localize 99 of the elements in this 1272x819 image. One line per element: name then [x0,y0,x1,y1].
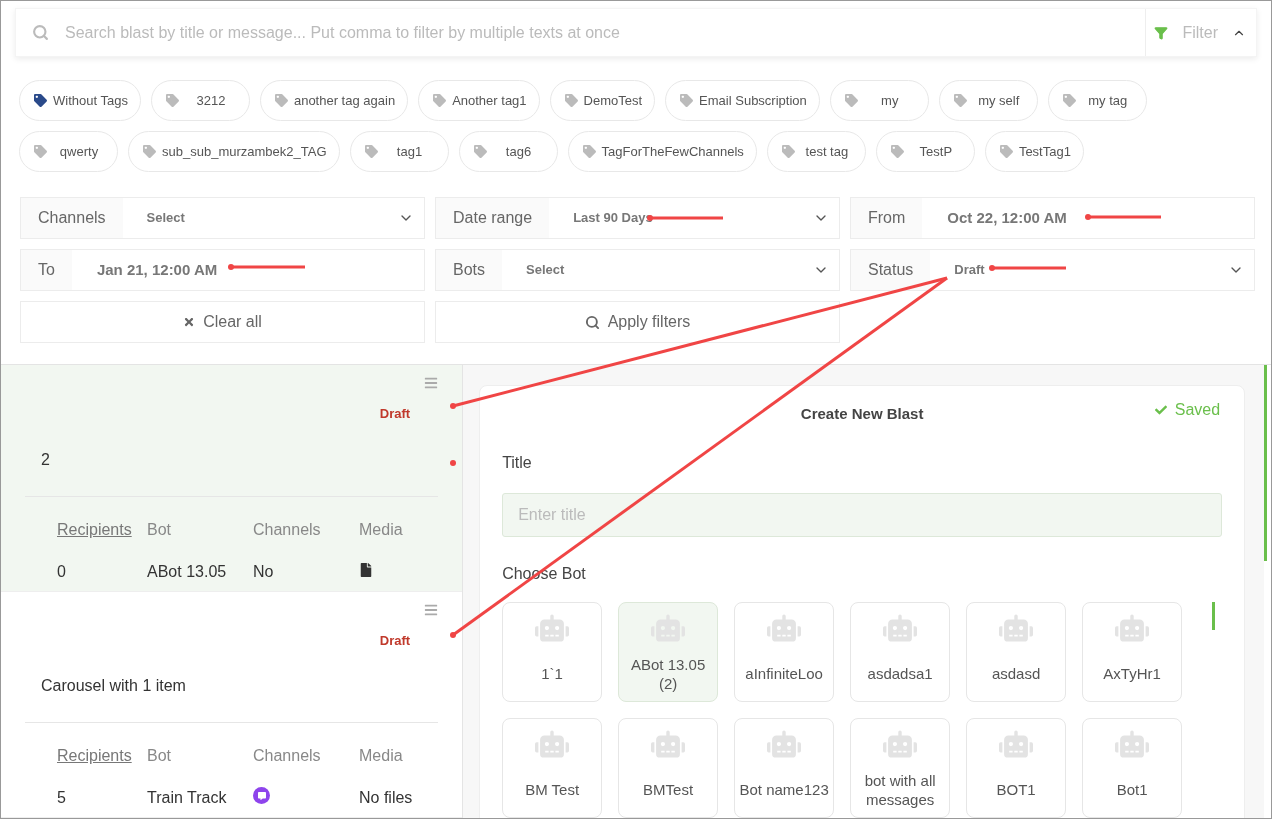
tag-chip[interactable]: another tag again [259,80,409,121]
column-heading: Media [359,519,403,540]
filter-icon [1154,25,1169,40]
tag-chip[interactable]: sub_sub_murzambek2_TAG [128,131,340,172]
tag-icon [34,145,47,158]
menu-icon[interactable] [424,376,439,390]
filter-field[interactable]: Status Draft [850,249,1255,291]
apply-filters-button[interactable]: Apply filters [435,301,840,343]
column-heading: Bot [147,746,171,766]
tag-chip[interactable]: DemoTest [549,80,656,121]
tag-icon [582,145,596,158]
status-label: Draft [379,631,411,650]
tag-icon [143,145,156,158]
tag-chip[interactable]: Email Subscription [665,80,820,121]
bot-card[interactable]: asdasd [966,601,1067,702]
filter-label: Bots [436,250,502,290]
tag-icon [433,94,447,107]
tag-chip[interactable]: my self [938,80,1038,121]
filter-field[interactable]: Channels Select [20,197,425,239]
scrollbar-thumb[interactable] [1212,601,1216,630]
recipients-count: 5 [57,788,66,808]
menu-icon[interactable] [424,602,439,617]
filter-field[interactable]: To Jan 21, 12:00 AM [20,249,425,291]
media-value: No files [359,788,413,808]
recipients-count: 0 [57,561,66,582]
tag-icon [364,145,378,158]
clear-all-button[interactable]: Clear all [20,301,425,343]
check-icon [1154,404,1167,416]
status-label: Draft [379,405,411,423]
filter-label: To [21,250,72,290]
tag-chip[interactable]: Without Tags [19,80,141,121]
search-icon [584,314,600,330]
title-label: Title [502,453,532,471]
tag-chip[interactable]: TagForTheFewChannels [567,131,757,172]
bot-name: ABot 13.05 [147,561,227,582]
tag-icon [844,94,858,107]
tag-chip[interactable]: tag1 [349,131,449,172]
saved-status: Saved [1174,400,1221,420]
close-icon [183,316,196,328]
bot-card[interactable]: BOT1 [966,717,1067,818]
filter-field[interactable]: Bots Select [435,249,840,291]
tag-icon [564,94,578,107]
bot-card[interactable]: ABot 13.05 (2) [618,601,719,702]
blast-title: Carousel with 1 item [41,676,186,696]
bot-card[interactable]: Bot1 [1082,717,1183,818]
tag-chip[interactable]: my tag [1047,80,1147,121]
column-heading: Media [359,746,403,766]
bot-card[interactable]: aInfiniteLoo [734,601,835,702]
recipients-link[interactable]: Recipients [57,744,132,768]
tag-icon [1062,94,1076,107]
editor-heading: Create New Blast [800,404,924,424]
bot-name: Train Track [147,788,227,808]
filter-label: Status [851,250,931,290]
bot-card[interactable]: asdadsa1 [850,601,951,702]
tag-chip[interactable]: my [829,80,929,121]
annotation-dot [450,460,456,466]
tag-icon [953,94,967,107]
tag-icon [473,145,487,158]
filter-value: Jan 21, 12:00 AM [95,259,218,280]
filter-label: Date range [436,198,550,238]
blast-item[interactable]: Draft 2 Recipients Bot Channels Media 0 ABot 13.05 No [1,365,463,592]
filter-label: From [851,198,923,238]
recipients-link[interactable]: Recipients [57,517,132,542]
blast-title: 2 [41,449,50,470]
bot-card[interactable]: AxTyHr1 [1082,601,1183,702]
tag-chip[interactable]: qwerty [19,131,118,172]
column-heading: Bot [147,519,171,540]
tag-icon [680,94,694,107]
column-heading: Channels [253,519,321,540]
chat-channel-icon [253,787,270,804]
channels-value: No [253,561,274,582]
column-heading: Channels [253,746,321,766]
tag-icon [890,145,904,158]
file-icon [359,562,373,577]
title-input[interactable]: Enter title [502,492,1223,537]
filter-label: Channels [21,198,123,238]
tag-chip[interactable]: tag6 [458,131,558,172]
scrollbar-thumb[interactable] [1264,365,1268,561]
bot-card[interactable]: bot with all messages [850,717,951,818]
tag-icon [165,94,179,107]
filter-value: Draft [953,261,985,280]
tag-chip[interactable]: TestP [875,131,975,172]
tag-icon [34,94,47,107]
bot-card[interactable]: Bot name123 [734,717,835,818]
filter-field[interactable]: From Oct 22, 12:00 AM [850,197,1255,239]
tag-icon [999,145,1013,158]
tag-icon [274,94,288,107]
bot-card[interactable]: BMTest [618,717,719,818]
tag-chip[interactable]: 3212 [150,80,250,121]
tag-chip[interactable]: Another tag1 [418,80,540,121]
tag-chip[interactable]: test tag [766,131,866,172]
tag-icon [781,145,795,158]
bot-card[interactable]: 1`1 [502,601,603,702]
tag-chip[interactable]: TestTag1 [984,131,1084,172]
filter-value: Select [145,209,185,228]
filter-value: Select [525,261,565,280]
search-icon [32,24,49,41]
bot-card[interactable]: BM Test [502,717,603,818]
filter-value: Oct 22, 12:00 AM [946,207,1067,228]
